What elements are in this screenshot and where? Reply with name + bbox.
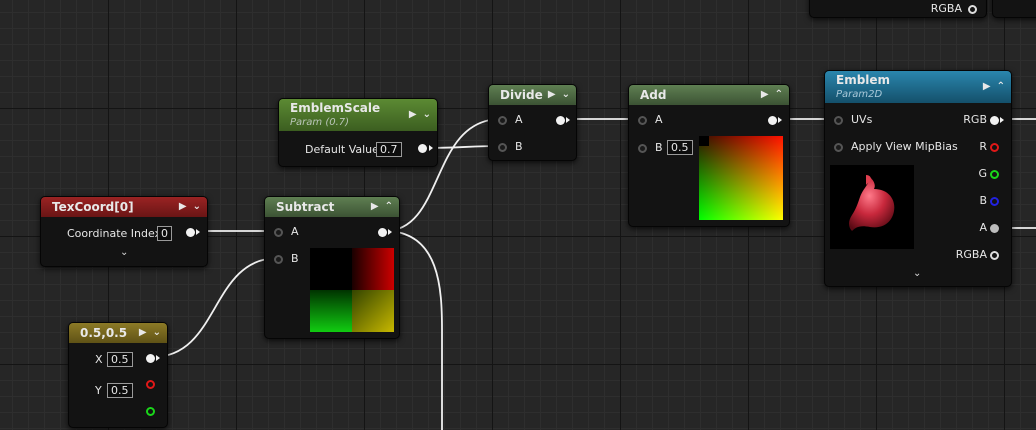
- rgb-output-arrow-icon: [1000, 117, 1004, 123]
- emblem-texture-node[interactable]: Emblem Param2D ▶ ⌃ UVs Apply View MipBias…: [824, 70, 1012, 287]
- b-output-pin[interactable]: [990, 197, 999, 206]
- chevron-down-icon[interactable]: ⌄: [193, 197, 201, 217]
- g-output-pin[interactable]: [990, 170, 999, 179]
- subtract-output-arrow-icon: [388, 229, 392, 235]
- subtract-node[interactable]: Subtract ▶ ⌃ A B: [264, 196, 400, 339]
- texcoord-header[interactable]: TexCoord[0] ▶ ⌄: [41, 197, 207, 217]
- emblemscale-title: EmblemScale: [290, 101, 381, 115]
- x-output-arrow-icon: [156, 355, 160, 361]
- add-header[interactable]: Add ▶ ⌃: [629, 85, 789, 105]
- add-node[interactable]: Add ▶ ⌃ A B 0.5: [628, 84, 790, 227]
- chevron-down-icon[interactable]: ⌄: [423, 107, 431, 123]
- emblem-header[interactable]: Emblem Param2D ▶ ⌃: [825, 71, 1011, 103]
- constant2vector-title: 0.5,0.5: [80, 326, 128, 340]
- texcoord-title: TexCoord[0]: [52, 200, 134, 214]
- preview-toggle-icon[interactable]: ▶: [179, 197, 187, 217]
- divide-a-label: A: [515, 113, 523, 126]
- y-output-pin[interactable]: [146, 380, 155, 389]
- subtract-output-pin[interactable]: [378, 228, 387, 237]
- divide-output-pin[interactable]: [556, 116, 565, 125]
- subtract-title: Subtract: [276, 200, 335, 214]
- add-b-label: B: [655, 141, 663, 154]
- add-b-value-field[interactable]: 0.5: [667, 140, 693, 155]
- add-a-pin[interactable]: [638, 116, 647, 125]
- b-label: B: [979, 194, 987, 207]
- coordinate-index-field[interactable]: 0: [157, 226, 172, 241]
- divide-title: Divide: [500, 88, 543, 102]
- partial-rgba-label: RGBA: [930, 2, 962, 15]
- emblemscale-output-pin[interactable]: [418, 144, 427, 153]
- preview-toggle-icon[interactable]: ▶: [548, 85, 556, 105]
- partial-rgba-pin[interactable]: [968, 5, 977, 14]
- y-value-field[interactable]: 0.5: [107, 383, 133, 398]
- emblem-expand-chevron-icon[interactable]: ⌄: [913, 268, 921, 279]
- emblem-texture-preview: [830, 165, 914, 249]
- rgba-output-pin[interactable]: [990, 251, 999, 260]
- texcoord-node[interactable]: TexCoord[0] ▶ ⌄ Coordinate Index 0 ⌄: [40, 196, 208, 267]
- partial-node-top-right[interactable]: [992, 0, 1036, 18]
- r-output-pin[interactable]: [990, 143, 999, 152]
- emblemscale-output-arrow-icon: [429, 145, 433, 151]
- a-output-pin[interactable]: [990, 224, 999, 233]
- subtract-header[interactable]: Subtract ▶ ⌃: [265, 197, 399, 217]
- preview-toggle-icon[interactable]: ▶: [983, 79, 991, 95]
- divide-node[interactable]: Divide ▶ ⌄ A B: [488, 84, 577, 161]
- divide-header[interactable]: Divide ▶ ⌄: [489, 85, 576, 105]
- subtract-b-label: B: [291, 252, 299, 265]
- r-label: R: [979, 140, 987, 153]
- texcoord-output-pin[interactable]: [186, 228, 195, 237]
- preview-toggle-icon[interactable]: ▶: [139, 323, 147, 343]
- wire-const-subtract-b: [152, 257, 279, 358]
- x-value-field[interactable]: 0.5: [107, 352, 133, 367]
- x-label: X: [95, 353, 103, 366]
- preview-toggle-icon[interactable]: ▶: [371, 197, 379, 217]
- g-output-pin[interactable]: [146, 407, 155, 416]
- emblem-shape-icon: [849, 175, 895, 231]
- divide-b-label: B: [515, 140, 523, 153]
- g-label: G: [978, 167, 987, 180]
- add-output-arrow-icon: [778, 117, 782, 123]
- default-value-label: Default Value: [305, 143, 379, 156]
- preview-toggle-icon[interactable]: ▶: [761, 85, 769, 105]
- mipbias-pin[interactable]: [834, 143, 843, 152]
- y-label: Y: [95, 384, 102, 397]
- divide-a-pin[interactable]: [498, 116, 507, 125]
- texcoord-output-arrow-icon: [196, 229, 200, 235]
- preview-toggle-icon[interactable]: ▶: [409, 107, 417, 123]
- subtract-a-label: A: [291, 225, 299, 238]
- chevron-down-icon[interactable]: ⌄: [153, 323, 161, 343]
- chevron-up-icon[interactable]: ⌃: [775, 85, 783, 105]
- chevron-up-icon[interactable]: ⌃: [997, 79, 1005, 95]
- emblemscale-header[interactable]: EmblemScale Param (0.7) ▶ ⌄: [279, 99, 437, 131]
- partial-node-top[interactable]: RGBA: [809, 0, 987, 18]
- add-b-pin[interactable]: [638, 144, 647, 153]
- chevron-down-icon[interactable]: ⌄: [562, 85, 570, 105]
- divide-output-arrow-icon: [566, 117, 570, 123]
- constant2vector-header[interactable]: 0.5,0.5 ▶ ⌄: [69, 323, 167, 343]
- x-output-pin[interactable]: [146, 354, 155, 363]
- add-output-pin[interactable]: [768, 116, 777, 125]
- emblem-title: Emblem: [836, 73, 891, 87]
- add-a-label: A: [655, 113, 663, 126]
- add-preview: [699, 136, 783, 220]
- coordinate-index-label: Coordinate Index: [67, 227, 162, 240]
- a-label: A: [979, 221, 987, 234]
- mipbias-label: Apply View MipBias: [851, 140, 958, 153]
- subtract-preview: [310, 248, 394, 332]
- rgb-label: RGB: [963, 113, 987, 126]
- uvs-label: UVs: [851, 113, 873, 126]
- constant2vector-node[interactable]: 0.5,0.5 ▶ ⌄ X 0.5 Y 0.5: [68, 322, 168, 428]
- rgba-label: RGBA: [955, 248, 987, 261]
- default-value-field[interactable]: 0.7: [376, 142, 402, 157]
- emblemscale-node[interactable]: EmblemScale Param (0.7) ▶ ⌄ Default Value…: [278, 98, 438, 167]
- rgb-output-pin[interactable]: [990, 116, 999, 125]
- subtract-b-pin[interactable]: [274, 255, 283, 264]
- chevron-up-icon[interactable]: ⌃: [385, 197, 393, 217]
- expand-chevron-icon[interactable]: ⌄: [120, 247, 128, 258]
- uvs-pin[interactable]: [834, 116, 843, 125]
- divide-b-pin[interactable]: [498, 143, 507, 152]
- subtract-a-pin[interactable]: [274, 228, 283, 237]
- add-title: Add: [640, 88, 667, 102]
